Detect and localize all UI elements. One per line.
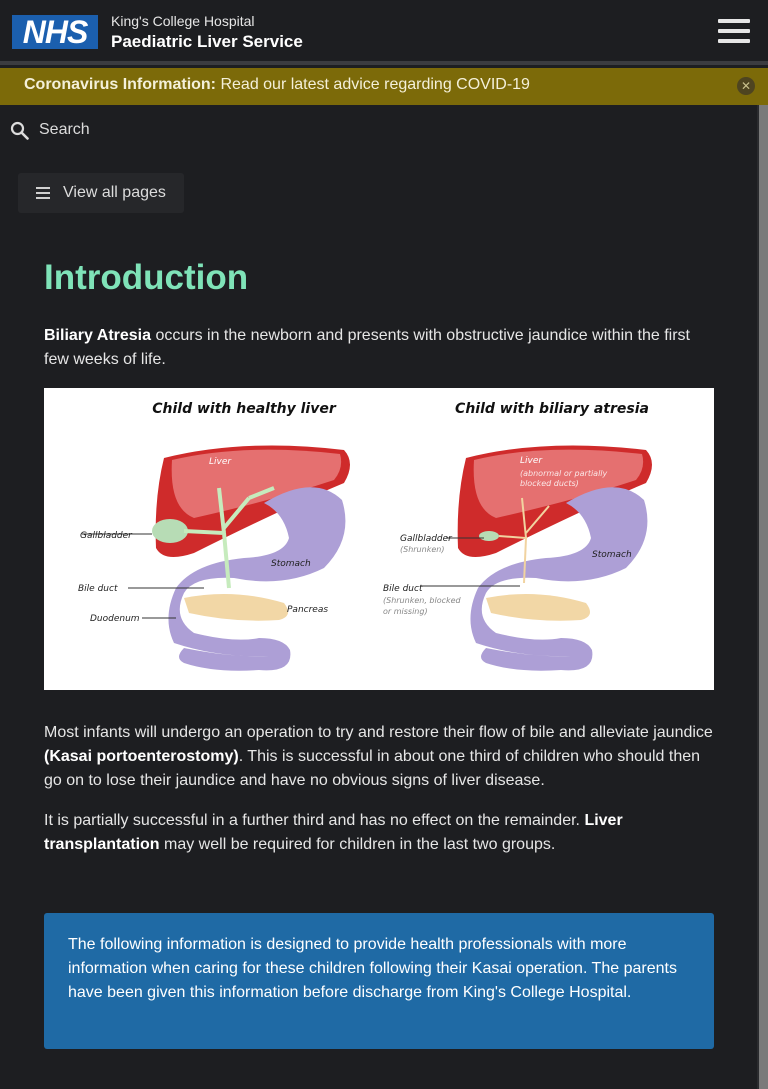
right-liver-note-1: (abnormal or partially <box>520 469 608 478</box>
left-bile-duct-label: Bile duct <box>78 584 118 594</box>
liver-diagram-figure: Child with healthy liver Child with bili… <box>44 388 714 690</box>
nhs-logo[interactable]: NHS <box>12 13 98 50</box>
left-stomach-label: Stomach <box>271 559 311 569</box>
list-icon <box>36 184 50 202</box>
view-all-pages-button[interactable]: View all pages <box>18 173 184 213</box>
scrollbar-thumb[interactable] <box>759 105 768 1089</box>
search-button[interactable]: Search <box>10 118 90 142</box>
right-gallbladder-note: (Shrunken) <box>400 545 444 554</box>
organisation-name[interactable]: King's College Hospital Paediatric Liver… <box>111 13 303 54</box>
healthy-liver-title: Child with healthy liver <box>152 401 337 417</box>
hamburger-icon[interactable] <box>718 19 750 47</box>
close-icon[interactable]: ✕ <box>737 77 755 95</box>
service-name: Paediatric Liver Service <box>111 32 303 51</box>
search-icon <box>10 121 29 140</box>
transplant-text-b: may well be required for children in the… <box>159 836 556 853</box>
kasai-paragraph: Most infants will undergo an operation t… <box>44 721 714 793</box>
biliary-atresia-title: Child with biliary atresia <box>455 401 649 417</box>
left-liver-label: Liver <box>209 457 232 467</box>
covid-banner-text: Read our latest advice regarding COVID-1… <box>216 76 530 93</box>
covid-banner-link[interactable]: Coronavirus Information: Read our latest… <box>24 76 530 94</box>
right-bile-duct-label: Bile duct <box>383 584 423 594</box>
search-label: Search <box>39 121 90 138</box>
hospital-name: King's College Hospital <box>111 13 255 29</box>
page-title: Introduction <box>44 258 249 297</box>
nhs-logo-text: NHS <box>22 13 89 50</box>
site-header: NHS King's College Hospital Paediatric L… <box>0 0 768 65</box>
transplant-paragraph: It is partially successful in a further … <box>44 809 714 857</box>
covid-banner-label: Coronavirus Information: <box>24 76 217 93</box>
transplant-text-a: It is partially successful in a further … <box>44 812 585 829</box>
right-liver-label: Liver <box>520 456 543 466</box>
kasai-text-a: Most infants will undergo an operation t… <box>44 724 713 741</box>
left-pancreas-label: Pancreas <box>287 605 328 615</box>
covid-banner: Coronavirus Information: Read our latest… <box>0 68 768 105</box>
intro-bold: Biliary Atresia <box>44 327 152 344</box>
info-callout: The following information is designed to… <box>44 913 714 1049</box>
view-all-pages-label: View all pages <box>63 184 166 201</box>
right-bile-duct-note-2: or missing) <box>383 607 428 616</box>
kasai-bold: (Kasai portoenterostomy) <box>44 748 239 765</box>
left-duodenum-label: Duodenum <box>90 614 140 624</box>
left-gallbladder-label: Gallbladder <box>80 531 133 541</box>
info-callout-text: The following information is designed to… <box>68 936 677 1001</box>
right-bile-duct-note-1: (Shrunken, blocked <box>383 596 462 605</box>
liver-diagram: Child with healthy liver Child with bili… <box>78 401 652 671</box>
right-liver-note-2: blocked ducts) <box>520 479 579 488</box>
intro-paragraph: Biliary Atresia occurs in the newborn an… <box>44 324 714 372</box>
right-gallbladder-label: Gallbladder <box>400 534 453 544</box>
right-stomach-label: Stomach <box>592 550 632 560</box>
